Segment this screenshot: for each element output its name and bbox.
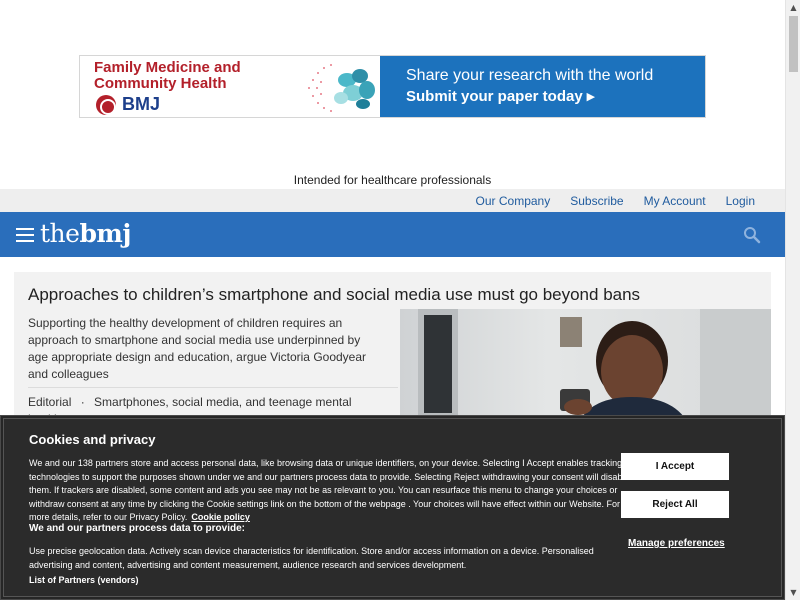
- logo-prefix: the: [40, 219, 80, 248]
- login-link[interactable]: Login: [726, 194, 755, 208]
- site-logo[interactable]: thebmj: [40, 219, 131, 248]
- featured-article-card[interactable]: Approaches to children’s smartphone and …: [14, 272, 771, 432]
- advert-bmj-logo: BMJ: [96, 94, 160, 115]
- subscribe-link[interactable]: Subscribe: [570, 194, 623, 208]
- cookie-title: Cookies and privacy: [29, 432, 156, 447]
- accept-cookies-button[interactable]: I Accept: [621, 453, 729, 480]
- cookie-body: We and our 138 partners store and access…: [29, 457, 639, 525]
- advert-publisher: BMJ: [122, 94, 161, 114]
- cookie-purposes-text: Use precise geolocation data. Actively s…: [29, 546, 594, 570]
- article-type: Editorial: [28, 395, 72, 409]
- meta-separator: ·: [80, 395, 85, 409]
- advert-banner[interactable]: Family Medicine and Community Health BMJ: [79, 55, 706, 118]
- advert-cta[interactable]: Submit your paper today ▸: [406, 86, 705, 108]
- people-graphic-icon: [308, 64, 375, 112]
- article-summary: Supporting the healthy development of ch…: [28, 316, 367, 381]
- our-company-link[interactable]: Our Company: [476, 194, 551, 208]
- menu-icon[interactable]: [16, 228, 34, 242]
- partners-list-link[interactable]: List of Partners (vendors): [29, 575, 139, 585]
- page: Family Medicine and Community Health BMJ: [0, 0, 800, 600]
- cookie-dialog-inner: Cookies and privacy We and our 138 partn…: [3, 418, 782, 597]
- cookie-policy-link[interactable]: Cookie policy: [191, 512, 250, 522]
- article-title[interactable]: Approaches to children’s smartphone and …: [28, 285, 640, 305]
- advert-left-panel: Family Medicine and Community Health BMJ: [80, 56, 380, 117]
- advert-right-panel[interactable]: Share your research with the world Submi…: [380, 56, 705, 117]
- child-with-phone-illustration: [418, 309, 771, 432]
- utility-links-bar: Our Company Subscribe My Account Login: [0, 189, 785, 212]
- scrollbar-thumb[interactable]: [789, 16, 798, 72]
- scroll-up-icon[interactable]: ▲: [786, 0, 800, 15]
- my-account-link[interactable]: My Account: [644, 194, 706, 208]
- article-image[interactable]: [400, 309, 771, 432]
- card-divider: [28, 387, 398, 388]
- advert-tagline: Share your research with the world: [406, 67, 654, 84]
- cookie-purposes-heading: We and our partners process data to prov…: [29, 523, 245, 534]
- page-scrollbar[interactable]: ▲ ▼: [785, 0, 800, 600]
- bmj-seal-icon: [96, 94, 116, 115]
- reject-cookies-button[interactable]: Reject All: [621, 491, 729, 518]
- audience-notice: Intended for healthcare professionals: [293, 173, 492, 187]
- cookie-body-text: We and our 138 partners store and access…: [29, 458, 630, 522]
- scroll-down-icon[interactable]: ▼: [786, 585, 800, 600]
- logo-name: bmj: [79, 219, 131, 248]
- search-icon[interactable]: [743, 226, 761, 244]
- manage-preferences-link[interactable]: Manage preferences: [628, 538, 725, 549]
- advert-journal-name: Family Medicine and Community Health: [94, 59, 241, 92]
- main-navbar: thebmj: [0, 212, 785, 257]
- cookie-consent-dialog: Cookies and privacy We and our 138 partn…: [0, 415, 785, 600]
